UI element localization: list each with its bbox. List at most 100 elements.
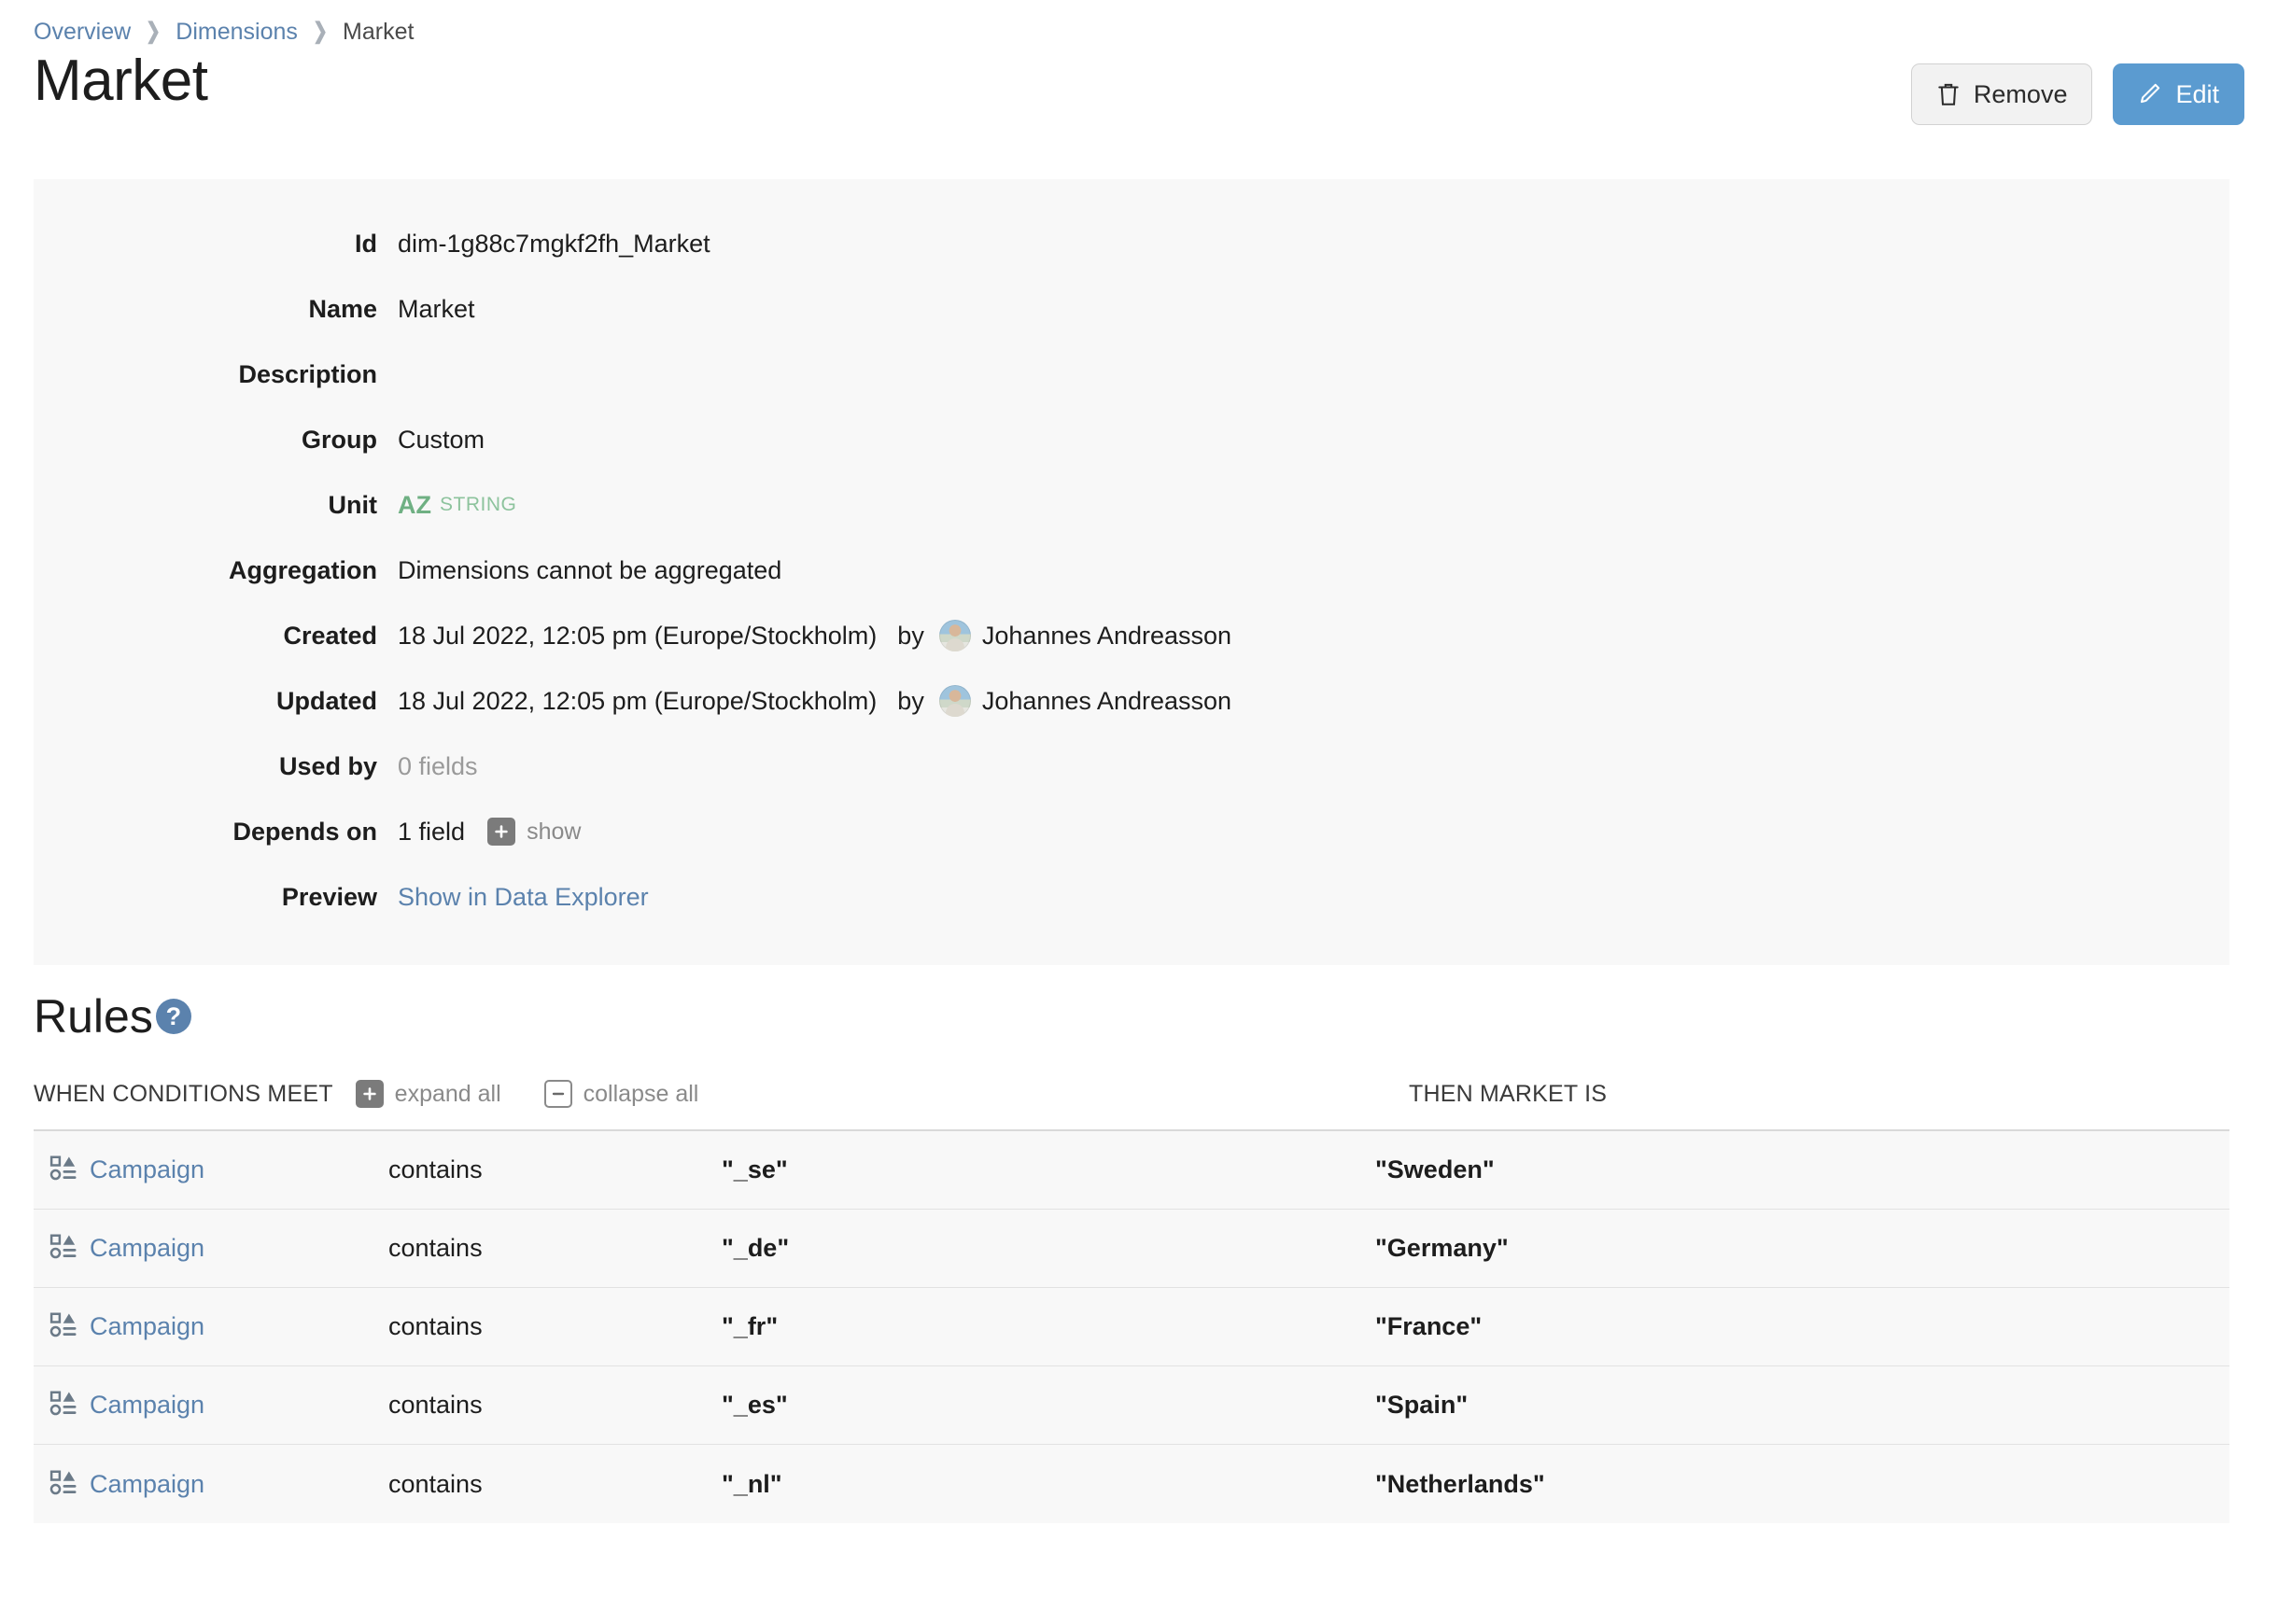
header-actions: Remove Edit <box>1910 50 2244 125</box>
rule-field-cell: Campaign <box>34 1389 388 1421</box>
depends-on-show-link[interactable]: show <box>527 819 581 846</box>
dimension-icon <box>49 1389 77 1421</box>
detail-row-description: Description <box>34 342 2229 407</box>
show-in-data-explorer-link[interactable]: Show in Data Explorer <box>398 883 649 912</box>
rule-operator: contains <box>388 1391 483 1419</box>
unit-az-icon: AZ <box>398 490 431 519</box>
detail-value-name: Market <box>398 294 475 323</box>
detail-row-used-by: Used by 0 fields <box>34 734 2229 799</box>
remove-button[interactable]: Remove <box>1910 63 2093 125</box>
detail-row-updated: Updated 18 Jul 2022, 12:05 pm (Europe/St… <box>34 668 2229 734</box>
dimension-icon <box>49 1310 77 1343</box>
detail-value-used-by: 0 fields <box>398 751 478 780</box>
detail-label-preview: Preview <box>281 882 377 911</box>
rule-field-cell: Campaign <box>34 1154 388 1186</box>
edit-button[interactable]: Edit <box>2113 63 2244 125</box>
rule-then-value: "Netherlands" <box>1375 1469 1545 1498</box>
dimension-detail-panel: Id dim-1g88c7mgkf2fh_Market Name Market … <box>34 179 2229 965</box>
detail-label-id: Id <box>355 229 377 258</box>
rules-table: Campaign contains "_se" "Sweden" Campaig… <box>34 1129 2229 1523</box>
dimension-icon <box>49 1468 77 1501</box>
collapse-all-link[interactable]: collapse all <box>584 1081 699 1108</box>
depends-on-count: 1 field <box>398 817 466 846</box>
dimension-icon <box>49 1154 77 1186</box>
detail-row-name: Name Market <box>34 276 2229 342</box>
rules-toolbar-wrap: WHEN CONDITIONS MEET expand all collapse… <box>34 1073 2229 1114</box>
rule-operator: contains <box>388 1469 483 1498</box>
rules-heading: Rules ? <box>34 993 2229 1040</box>
created-by-word: by <box>897 621 924 650</box>
detail-label-unit: Unit <box>328 490 377 519</box>
detail-label-used-by: Used by <box>278 751 377 780</box>
detail-value-created: 18 Jul 2022, 12:05 pm (Europe/Stockholm)… <box>398 620 1231 651</box>
help-icon[interactable]: ? <box>155 999 191 1034</box>
updated-timestamp: 18 Jul 2022, 12:05 pm (Europe/Stockholm) <box>398 686 878 715</box>
dimension-icon <box>49 1232 77 1265</box>
then-market-is-header: THEN MARKET IS <box>1409 1080 1608 1107</box>
breadcrumb-separator-icon: ❯ <box>312 19 329 44</box>
remove-button-label: Remove <box>1973 79 2068 108</box>
detail-value-updated: 18 Jul 2022, 12:05 pm (Europe/Stockholm)… <box>398 685 1231 717</box>
breadcrumb-separator-icon: ❯ <box>146 19 162 44</box>
rule-field-link[interactable]: Campaign <box>90 1470 204 1499</box>
breadcrumb: Overview ❯ Dimensions ❯ Market <box>0 0 2278 45</box>
rule-field-cell: Campaign <box>34 1310 388 1343</box>
table-row[interactable]: Campaign contains "_fr" "France" <box>34 1288 2229 1366</box>
updated-by-user: Johannes Andreasson <box>981 686 1232 715</box>
detail-label-group: Group <box>302 425 377 454</box>
table-row[interactable]: Campaign contains "_nl" "Netherlands" <box>34 1445 2229 1523</box>
detail-label-depends-on: Depends on <box>232 817 377 846</box>
created-timestamp: 18 Jul 2022, 12:05 pm (Europe/Stockholm) <box>398 621 878 650</box>
detail-label-description: Description <box>238 359 377 388</box>
detail-row-id: Id dim-1g88c7mgkf2fh_Market <box>34 211 2229 276</box>
rule-then-value: "Sweden" <box>1375 1155 1495 1183</box>
rule-field-link[interactable]: Campaign <box>90 1155 204 1184</box>
pencil-icon <box>2138 81 2162 107</box>
breadcrumb-item-dimensions[interactable]: Dimensions <box>176 19 298 46</box>
rule-value: "_fr" <box>722 1312 779 1340</box>
detail-row-created: Created 18 Jul 2022, 12:05 pm (Europe/St… <box>34 603 2229 668</box>
updated-by-word: by <box>897 686 924 715</box>
rule-then-value: "Spain" <box>1375 1391 1469 1419</box>
rule-value: "_es" <box>722 1391 788 1419</box>
breadcrumb-item-overview[interactable]: Overview <box>34 19 131 46</box>
when-conditions-header: WHEN CONDITIONS MEET <box>34 1080 333 1107</box>
unit-type-label: STRING <box>440 494 517 515</box>
breadcrumb-item-market: Market <box>343 18 415 45</box>
table-row[interactable]: Campaign contains "_de" "Germany" <box>34 1210 2229 1288</box>
detail-label-name: Name <box>308 294 377 323</box>
detail-row-preview: Preview Show in Data Explorer <box>34 864 2229 930</box>
expand-all-link[interactable]: expand all <box>395 1081 501 1108</box>
rules-section: Rules ? WHEN CONDITIONS MEET expand all … <box>0 965 2278 1523</box>
detail-row-group: Group Custom <box>34 407 2229 472</box>
avatar <box>938 685 971 717</box>
rule-field-link[interactable]: Campaign <box>90 1234 204 1263</box>
detail-row-aggregation: Aggregation Dimensions cannot be aggrega… <box>34 538 2229 603</box>
rules-toolbar: WHEN CONDITIONS MEET expand all collapse… <box>34 1073 2229 1114</box>
rule-field-cell: Campaign <box>34 1468 388 1501</box>
detail-label-aggregation: Aggregation <box>229 555 377 584</box>
rule-field-link[interactable]: Campaign <box>90 1391 204 1420</box>
avatar <box>938 620 971 651</box>
detail-row-depends-on: Depends on 1 field show <box>34 799 2229 864</box>
rule-value: "_se" <box>722 1155 788 1183</box>
rule-then-value: "France" <box>1375 1312 1483 1340</box>
created-by-user: Johannes Andreasson <box>981 621 1232 650</box>
rules-toolbar-left: WHEN CONDITIONS MEET expand all collapse… <box>34 1080 698 1108</box>
table-row[interactable]: Campaign contains "_es" "Spain" <box>34 1366 2229 1445</box>
minus-icon[interactable] <box>543 1080 572 1108</box>
page-title: Market <box>34 49 208 113</box>
detail-label-updated: Updated <box>276 686 377 715</box>
rule-operator: contains <box>388 1312 483 1340</box>
rule-operator: contains <box>388 1155 483 1183</box>
plus-icon[interactable] <box>487 818 516 846</box>
detail-value-unit: AZ STRING <box>398 491 516 520</box>
edit-button-label: Edit <box>2175 79 2219 108</box>
trash-icon <box>1936 81 1961 107</box>
plus-icon[interactable] <box>355 1080 384 1108</box>
table-row[interactable]: Campaign contains "_se" "Sweden" <box>34 1131 2229 1210</box>
rule-then-value: "Germany" <box>1375 1234 1509 1262</box>
rule-operator: contains <box>388 1234 483 1262</box>
page-header: Market Remove Edit <box>0 37 2278 140</box>
rule-field-link[interactable]: Campaign <box>90 1312 204 1341</box>
